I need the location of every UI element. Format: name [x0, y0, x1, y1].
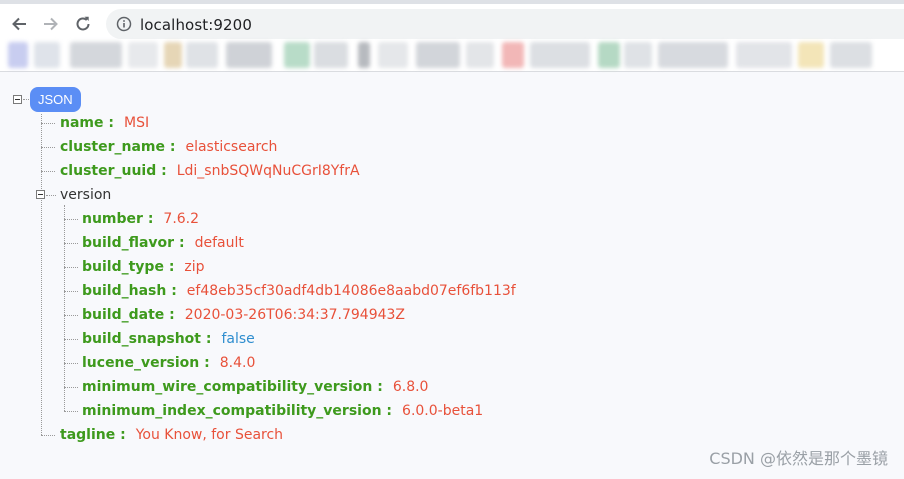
tree-connector: [64, 387, 78, 388]
bookmark-item[interactable]: [830, 42, 872, 68]
bookmark-item[interactable]: [502, 42, 524, 68]
forward-icon[interactable]: [39, 12, 63, 36]
tree-connector: [64, 315, 78, 316]
tree-connector: [41, 171, 55, 172]
bookmark-item[interactable]: [736, 42, 792, 68]
tree-connector: [64, 219, 78, 220]
bookmark-item[interactable]: [8, 42, 28, 68]
tree-row-version[interactable]: version: [60, 185, 111, 205]
tree-connector: [64, 291, 78, 292]
json-value: 2020-03-26T06:34:37.794943Z: [184, 307, 406, 323]
json-value: elasticsearch: [185, 139, 278, 155]
json-key: build_snapshot :: [82, 331, 212, 347]
bookmark-item[interactable]: [378, 42, 408, 68]
json-key: minimum_wire_compatibility_version :: [82, 379, 383, 395]
bookmark-item[interactable]: [70, 42, 122, 68]
tree-connector: [64, 411, 78, 412]
json-key: number :: [82, 211, 154, 227]
json-root-badge[interactable]: JSON: [30, 87, 81, 112]
tree-connector: [41, 147, 55, 148]
bookmark-item[interactable]: [416, 42, 460, 68]
watermark-text: CSDN @依然是那个墨镜: [709, 449, 888, 468]
json-key: build_date :: [82, 307, 175, 323]
back-icon[interactable]: [7, 12, 31, 36]
json-key: minimum_index_compatibility_version :: [82, 403, 393, 419]
bookmarks-bar: [0, 42, 904, 72]
json-key: cluster_uuid :: [60, 163, 167, 179]
tree-connector: [46, 195, 56, 196]
collapse-root-icon[interactable]: [13, 95, 22, 104]
tree-row-build-flavor: build_flavor : default: [82, 233, 244, 253]
bookmark-item[interactable]: [314, 42, 348, 68]
bookmark-item[interactable]: [284, 42, 310, 68]
json-object-key: version: [60, 187, 112, 203]
address-bar[interactable]: localhost:9200: [106, 9, 904, 39]
bookmark-item[interactable]: [164, 42, 182, 68]
tree-connector: [64, 363, 78, 364]
json-key: cluster_name :: [60, 139, 176, 155]
json-value: You Know, for Search: [135, 427, 284, 443]
tree-row-number: number : 7.6.2: [82, 209, 199, 229]
json-key: name :: [60, 115, 114, 131]
json-key: build_hash :: [82, 283, 177, 299]
json-key: tagline :: [60, 427, 126, 443]
tree-connector: [64, 205, 65, 411]
json-key: lucene_version :: [82, 355, 210, 371]
tree-row-build-hash: build_hash : ef48eb35cf30adf4db14086e8aab…: [82, 281, 516, 301]
tree-row-min-index-version: minimum_index_compatibility_version : 6.0…: [82, 401, 483, 421]
json-value: ef48eb35cf30adf4db14086e8aabd07ef6fb113f: [186, 283, 516, 299]
bookmark-item[interactable]: [624, 42, 652, 68]
bookmark-item[interactable]: [598, 42, 620, 68]
collapse-version-icon[interactable]: [36, 190, 45, 199]
reload-icon[interactable]: [71, 12, 95, 36]
tree-row-cluster-uuid: cluster_uuid : Ldi_snbSQWqNuCGrI8YfrA: [60, 161, 360, 181]
browser-toolbar: localhost:9200: [0, 0, 904, 42]
json-value: 6.0.0-beta1: [402, 403, 484, 419]
bookmark-item[interactable]: [128, 42, 158, 68]
tree-connector: [64, 243, 78, 244]
url-text: localhost:9200: [140, 16, 252, 34]
bookmark-item[interactable]: [466, 42, 494, 68]
tree-row-build-date: build_date : 2020-03-26T06:34:37.794943Z: [82, 305, 405, 325]
tree-connector: [41, 114, 42, 435]
json-value: MSI: [123, 115, 150, 131]
json-value: 6.8.0: [392, 379, 429, 395]
bookmark-item[interactable]: [358, 42, 370, 68]
bookmark-item[interactable]: [226, 42, 272, 68]
bookmark-item[interactable]: [34, 42, 60, 68]
bookmark-item[interactable]: [530, 42, 590, 68]
tree-row-min-wire-version: minimum_wire_compatibility_version : 6.8.…: [82, 377, 428, 397]
bookmark-item[interactable]: [658, 42, 728, 68]
json-value: 7.6.2: [163, 211, 200, 227]
json-tree: JSON name : MSI cluster_name : elasticsear…: [0, 72, 904, 479]
tree-row-build-type: build_type : zip: [82, 257, 205, 277]
json-key: build_flavor :: [82, 235, 185, 251]
json-value: false: [221, 331, 255, 347]
bookmark-item[interactable]: [186, 42, 218, 68]
tree-row-cluster-name: cluster_name : elasticsearch: [60, 137, 277, 157]
tree-connector: [64, 267, 78, 268]
info-icon[interactable]: [116, 16, 132, 32]
bookmark-item[interactable]: [798, 42, 824, 68]
json-value: zip: [184, 259, 205, 275]
tree-connector: [41, 435, 55, 436]
tree-row-name: name : MSI: [60, 113, 149, 133]
tree-row-lucene-version: lucene_version : 8.4.0: [82, 353, 255, 373]
tree-row-tagline: tagline : You Know, for Search: [60, 425, 283, 445]
tree-connector: [41, 123, 55, 124]
tree-connector: [64, 339, 78, 340]
json-value: Ldi_snbSQWqNuCGrI8YfrA: [176, 163, 360, 179]
tree-row-build-snapshot: build_snapshot : false: [82, 329, 255, 349]
json-key: build_type :: [82, 259, 175, 275]
json-value: default: [194, 235, 244, 251]
json-value: 8.4.0: [219, 355, 256, 371]
